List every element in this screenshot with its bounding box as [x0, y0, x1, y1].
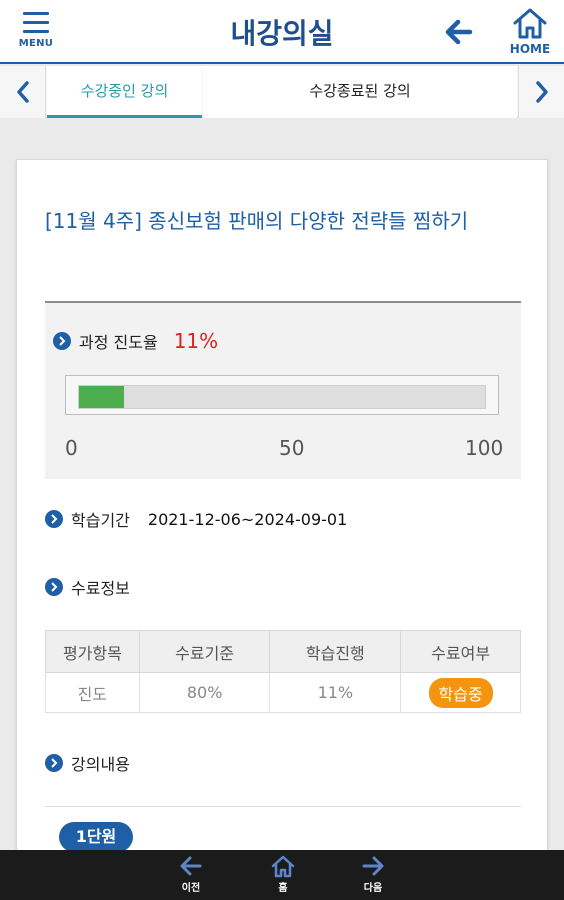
completion-heading: 수료정보	[45, 575, 130, 599]
completion-table: 평가항목 수료기준 학습진행 수료여부 진도 80% 11% 학습중	[45, 630, 521, 713]
progress-bar	[65, 375, 499, 415]
content-area[interactable]: [11월 4주] 종신보험 판매의 다양한 전략들 찜하기 과정 진도율 11%…	[0, 119, 564, 850]
progress-row: 과정 진도율 11%	[53, 329, 218, 353]
tab-in-progress[interactable]: 수강중인 강의	[47, 66, 202, 118]
period-row: 학습기간 2021-12-06~2024-09-01	[45, 507, 347, 531]
contents-label: 강의내용	[71, 755, 130, 774]
home-nav-button[interactable]: 홈	[258, 850, 308, 900]
table-header-row: 평가항목 수료기준 학습진행 수료여부	[45, 630, 521, 673]
scale-max: 100	[465, 436, 504, 460]
prev-button[interactable]: 이전	[166, 850, 216, 900]
chevron-right-icon	[535, 81, 548, 103]
course-card: [11월 4주] 종신보험 판매의 다양한 전략들 찜하기 과정 진도율 11%…	[16, 159, 548, 850]
chevron-left-icon	[16, 81, 29, 103]
chevron-circle-icon	[53, 332, 71, 350]
table-header: 평가항목	[45, 630, 140, 673]
scale-mid: 50	[279, 436, 305, 460]
progress-panel: 과정 진도율 11% 0 50 100	[45, 301, 521, 479]
progress-percent: 11%	[173, 329, 219, 353]
arrow-right-icon	[362, 856, 384, 876]
home-nav-label: 홈	[278, 883, 288, 894]
contents-heading: 강의내용	[45, 751, 130, 775]
progress-fill	[79, 386, 124, 408]
back-button[interactable]	[440, 16, 480, 48]
scale-min: 0	[65, 436, 78, 460]
table-header: 학습진행	[269, 630, 402, 673]
progress-label: 과정 진도율	[79, 333, 158, 352]
table-header: 수료기준	[138, 630, 271, 673]
arrow-left-icon	[445, 19, 473, 45]
table-cell: 80%	[138, 672, 271, 713]
arrow-left-icon	[180, 856, 202, 876]
chevron-circle-icon	[45, 578, 63, 596]
tab-bar: 수강중인 강의 수강종료된 강의	[0, 66, 564, 118]
bottom-nav: 이전 홈 다음	[0, 850, 564, 900]
table-cell: 11%	[269, 672, 402, 713]
next-label: 다음	[363, 883, 383, 894]
course-title[interactable]: [11월 4주] 종신보험 판매의 다양한 전략들 찜하기	[45, 204, 515, 238]
table-cell: 진도	[45, 672, 140, 713]
home-icon	[271, 855, 295, 878]
next-button[interactable]: 다음	[348, 850, 398, 900]
chevron-circle-icon	[45, 510, 63, 528]
home-icon	[513, 8, 547, 39]
tab-prev-button[interactable]	[0, 66, 46, 118]
progress-track	[78, 385, 486, 409]
tab-completed[interactable]: 수강종료된 강의	[203, 66, 517, 118]
tab-next-button[interactable]	[518, 66, 564, 118]
chevron-circle-icon	[45, 754, 63, 772]
period-value: 2021-12-06~2024-09-01	[147, 509, 348, 529]
unit-badge[interactable]: 1단원	[59, 822, 133, 850]
status-badge: 학습중	[428, 677, 493, 708]
divider	[45, 806, 521, 807]
home-button[interactable]: HOME	[504, 6, 556, 58]
prev-label: 이전	[181, 883, 201, 894]
home-label: HOME	[509, 42, 551, 56]
table-header: 수료여부	[400, 630, 521, 673]
table-cell: 학습중	[400, 672, 521, 713]
table-row: 진도 80% 11% 학습중	[45, 672, 521, 713]
completion-label: 수료정보	[71, 579, 130, 598]
app-header: MENU 내강의실 HOME	[0, 0, 564, 64]
period-label: 학습기간	[71, 511, 130, 530]
